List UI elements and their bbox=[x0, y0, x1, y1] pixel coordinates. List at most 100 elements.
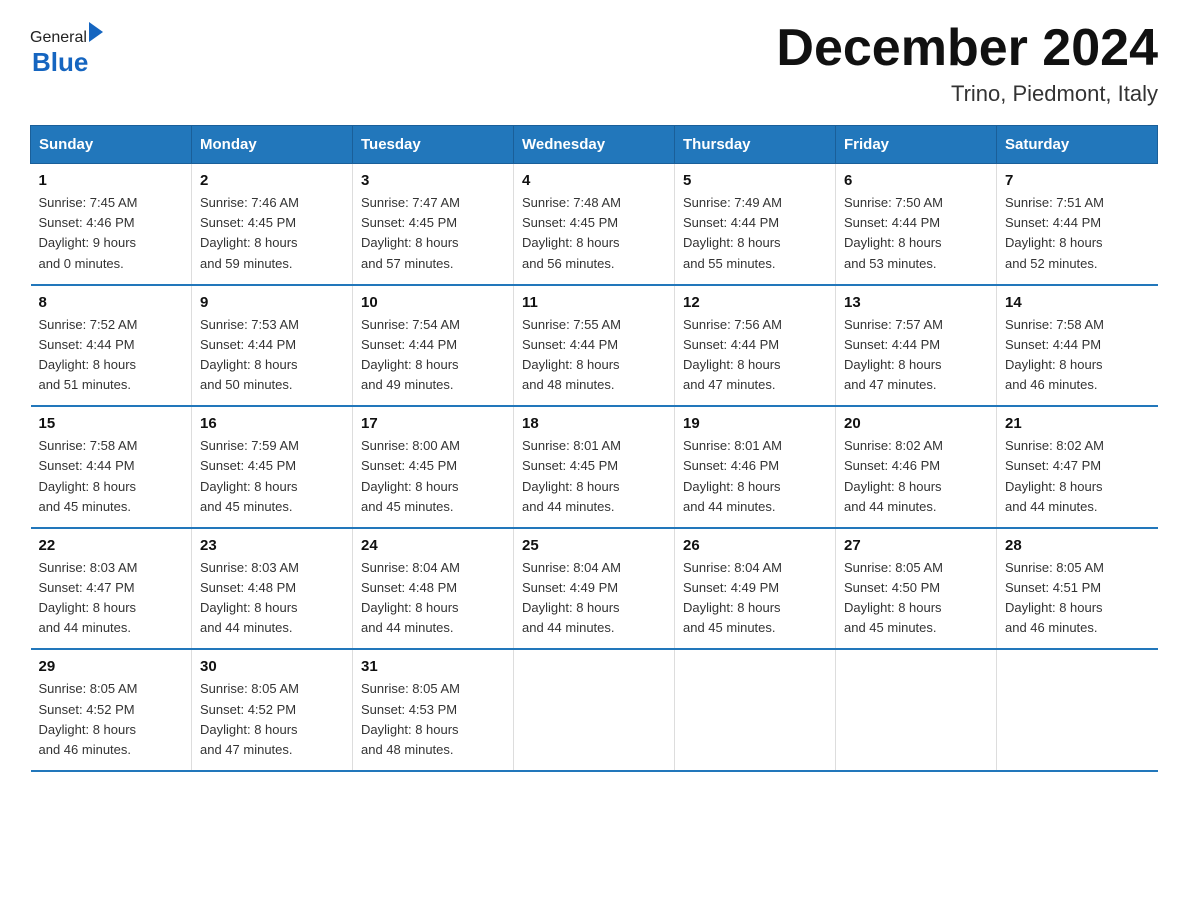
table-row: 28 Sunrise: 8:05 AMSunset: 4:51 PMDaylig… bbox=[997, 528, 1158, 650]
calendar-week-row: 29 Sunrise: 8:05 AMSunset: 4:52 PMDaylig… bbox=[31, 649, 1158, 771]
table-row: 6 Sunrise: 7:50 AMSunset: 4:44 PMDayligh… bbox=[836, 164, 997, 285]
col-sunday: Sunday bbox=[31, 126, 192, 164]
day-info: Sunrise: 7:46 AMSunset: 4:45 PMDaylight:… bbox=[200, 195, 299, 270]
day-number: 11 bbox=[522, 294, 666, 311]
day-number: 27 bbox=[844, 537, 988, 554]
day-info: Sunrise: 7:47 AMSunset: 4:45 PMDaylight:… bbox=[361, 195, 460, 270]
table-row: 8 Sunrise: 7:52 AMSunset: 4:44 PMDayligh… bbox=[31, 285, 192, 407]
logo-blue-text: Blue bbox=[32, 47, 88, 78]
table-row: 29 Sunrise: 8:05 AMSunset: 4:52 PMDaylig… bbox=[31, 649, 192, 771]
day-number: 30 bbox=[200, 658, 344, 675]
day-info: Sunrise: 8:02 AMSunset: 4:47 PMDaylight:… bbox=[1005, 438, 1104, 513]
day-info: Sunrise: 8:00 AMSunset: 4:45 PMDaylight:… bbox=[361, 438, 460, 513]
page-header: General Blue December 2024 Trino, Piedmo… bbox=[30, 20, 1158, 107]
table-row: 12 Sunrise: 7:56 AMSunset: 4:44 PMDaylig… bbox=[675, 285, 836, 407]
day-number: 26 bbox=[683, 537, 827, 554]
table-row bbox=[836, 649, 997, 771]
day-info: Sunrise: 8:05 AMSunset: 4:52 PMDaylight:… bbox=[39, 681, 138, 756]
day-info: Sunrise: 8:04 AMSunset: 4:48 PMDaylight:… bbox=[361, 560, 460, 635]
table-row: 13 Sunrise: 7:57 AMSunset: 4:44 PMDaylig… bbox=[836, 285, 997, 407]
day-info: Sunrise: 8:05 AMSunset: 4:52 PMDaylight:… bbox=[200, 681, 299, 756]
day-number: 16 bbox=[200, 415, 344, 432]
page-subtitle: Trino, Piedmont, Italy bbox=[776, 81, 1158, 107]
day-number: 29 bbox=[39, 658, 184, 675]
table-row: 15 Sunrise: 7:58 AMSunset: 4:44 PMDaylig… bbox=[31, 406, 192, 528]
col-thursday: Thursday bbox=[675, 126, 836, 164]
day-info: Sunrise: 7:55 AMSunset: 4:44 PMDaylight:… bbox=[522, 317, 621, 392]
day-number: 9 bbox=[200, 294, 344, 311]
table-row: 18 Sunrise: 8:01 AMSunset: 4:45 PMDaylig… bbox=[514, 406, 675, 528]
day-number: 8 bbox=[39, 294, 184, 311]
col-monday: Monday bbox=[192, 126, 353, 164]
calendar-week-row: 15 Sunrise: 7:58 AMSunset: 4:44 PMDaylig… bbox=[31, 406, 1158, 528]
table-row: 9 Sunrise: 7:53 AMSunset: 4:44 PMDayligh… bbox=[192, 285, 353, 407]
col-saturday: Saturday bbox=[997, 126, 1158, 164]
day-number: 28 bbox=[1005, 537, 1150, 554]
logo: General Blue bbox=[30, 20, 103, 78]
day-number: 12 bbox=[683, 294, 827, 311]
day-info: Sunrise: 8:03 AMSunset: 4:48 PMDaylight:… bbox=[200, 560, 299, 635]
day-number: 21 bbox=[1005, 415, 1150, 432]
col-friday: Friday bbox=[836, 126, 997, 164]
table-row: 1 Sunrise: 7:45 AMSunset: 4:46 PMDayligh… bbox=[31, 164, 192, 285]
day-info: Sunrise: 7:52 AMSunset: 4:44 PMDaylight:… bbox=[39, 317, 138, 392]
table-row: 26 Sunrise: 8:04 AMSunset: 4:49 PMDaylig… bbox=[675, 528, 836, 650]
day-number: 25 bbox=[522, 537, 666, 554]
col-tuesday: Tuesday bbox=[353, 126, 514, 164]
calendar-week-row: 1 Sunrise: 7:45 AMSunset: 4:46 PMDayligh… bbox=[31, 164, 1158, 285]
day-number: 6 bbox=[844, 172, 988, 189]
day-number: 18 bbox=[522, 415, 666, 432]
day-info: Sunrise: 7:50 AMSunset: 4:44 PMDaylight:… bbox=[844, 195, 943, 270]
table-row bbox=[997, 649, 1158, 771]
day-number: 23 bbox=[200, 537, 344, 554]
day-info: Sunrise: 7:48 AMSunset: 4:45 PMDaylight:… bbox=[522, 195, 621, 270]
table-row: 10 Sunrise: 7:54 AMSunset: 4:44 PMDaylig… bbox=[353, 285, 514, 407]
table-row: 30 Sunrise: 8:05 AMSunset: 4:52 PMDaylig… bbox=[192, 649, 353, 771]
logo-general-text: General bbox=[30, 29, 87, 47]
table-row: 19 Sunrise: 8:01 AMSunset: 4:46 PMDaylig… bbox=[675, 406, 836, 528]
table-row: 14 Sunrise: 7:58 AMSunset: 4:44 PMDaylig… bbox=[997, 285, 1158, 407]
day-info: Sunrise: 7:56 AMSunset: 4:44 PMDaylight:… bbox=[683, 317, 782, 392]
table-row: 23 Sunrise: 8:03 AMSunset: 4:48 PMDaylig… bbox=[192, 528, 353, 650]
table-row: 22 Sunrise: 8:03 AMSunset: 4:47 PMDaylig… bbox=[31, 528, 192, 650]
table-row: 3 Sunrise: 7:47 AMSunset: 4:45 PMDayligh… bbox=[353, 164, 514, 285]
table-row: 11 Sunrise: 7:55 AMSunset: 4:44 PMDaylig… bbox=[514, 285, 675, 407]
day-number: 22 bbox=[39, 537, 184, 554]
day-number: 24 bbox=[361, 537, 505, 554]
table-row bbox=[514, 649, 675, 771]
day-info: Sunrise: 8:05 AMSunset: 4:53 PMDaylight:… bbox=[361, 681, 460, 756]
day-number: 20 bbox=[844, 415, 988, 432]
table-row: 16 Sunrise: 7:59 AMSunset: 4:45 PMDaylig… bbox=[192, 406, 353, 528]
day-number: 15 bbox=[39, 415, 184, 432]
day-info: Sunrise: 8:03 AMSunset: 4:47 PMDaylight:… bbox=[39, 560, 138, 635]
day-info: Sunrise: 8:04 AMSunset: 4:49 PMDaylight:… bbox=[683, 560, 782, 635]
table-row: 4 Sunrise: 7:48 AMSunset: 4:45 PMDayligh… bbox=[514, 164, 675, 285]
table-row: 25 Sunrise: 8:04 AMSunset: 4:49 PMDaylig… bbox=[514, 528, 675, 650]
day-number: 31 bbox=[361, 658, 505, 675]
day-number: 1 bbox=[39, 172, 184, 189]
day-number: 10 bbox=[361, 294, 505, 311]
calendar-table: Sunday Monday Tuesday Wednesday Thursday… bbox=[30, 125, 1158, 772]
day-info: Sunrise: 8:02 AMSunset: 4:46 PMDaylight:… bbox=[844, 438, 943, 513]
day-info: Sunrise: 7:57 AMSunset: 4:44 PMDaylight:… bbox=[844, 317, 943, 392]
calendar-week-row: 8 Sunrise: 7:52 AMSunset: 4:44 PMDayligh… bbox=[31, 285, 1158, 407]
day-info: Sunrise: 7:54 AMSunset: 4:44 PMDaylight:… bbox=[361, 317, 460, 392]
day-info: Sunrise: 7:45 AMSunset: 4:46 PMDaylight:… bbox=[39, 195, 138, 270]
table-row: 5 Sunrise: 7:49 AMSunset: 4:44 PMDayligh… bbox=[675, 164, 836, 285]
day-number: 19 bbox=[683, 415, 827, 432]
table-row: 7 Sunrise: 7:51 AMSunset: 4:44 PMDayligh… bbox=[997, 164, 1158, 285]
day-number: 2 bbox=[200, 172, 344, 189]
day-number: 14 bbox=[1005, 294, 1150, 311]
day-info: Sunrise: 7:58 AMSunset: 4:44 PMDaylight:… bbox=[1005, 317, 1104, 392]
day-info: Sunrise: 7:58 AMSunset: 4:44 PMDaylight:… bbox=[39, 438, 138, 513]
day-info: Sunrise: 7:49 AMSunset: 4:44 PMDaylight:… bbox=[683, 195, 782, 270]
table-row bbox=[675, 649, 836, 771]
day-number: 3 bbox=[361, 172, 505, 189]
day-info: Sunrise: 7:51 AMSunset: 4:44 PMDaylight:… bbox=[1005, 195, 1104, 270]
table-row: 27 Sunrise: 8:05 AMSunset: 4:50 PMDaylig… bbox=[836, 528, 997, 650]
col-wednesday: Wednesday bbox=[514, 126, 675, 164]
calendar-header-row: Sunday Monday Tuesday Wednesday Thursday… bbox=[31, 126, 1158, 164]
day-info: Sunrise: 7:59 AMSunset: 4:45 PMDaylight:… bbox=[200, 438, 299, 513]
title-block: December 2024 Trino, Piedmont, Italy bbox=[776, 20, 1158, 107]
table-row: 24 Sunrise: 8:04 AMSunset: 4:48 PMDaylig… bbox=[353, 528, 514, 650]
